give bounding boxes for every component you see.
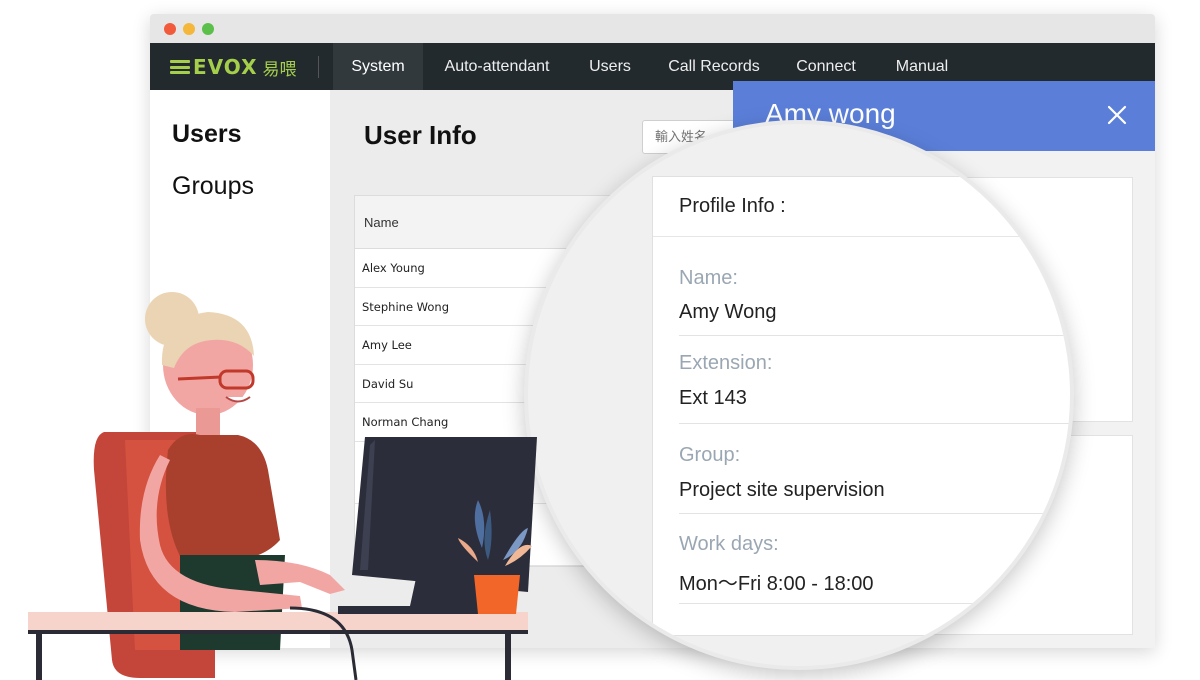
divider [679,335,1070,336]
nav-tab-auto-attendant[interactable]: Auto-attendant [430,43,564,90]
logo-mark-icon [170,60,190,74]
nav-tab-users[interactable]: Users [575,43,645,90]
extension-label: Extension: [679,352,773,374]
group-label: Group: [679,444,741,466]
name-value: Amy Wong [679,301,777,323]
nav-tab-system[interactable]: System [333,43,423,90]
divider [679,603,1070,604]
profile-card-header: Profile Info : [653,177,1070,237]
work-days-label: Work days: [679,533,779,555]
work-days-value: Mon～Fri 8:00 - 18:00 [679,573,874,595]
magnifier-lens: Profile Info : Name: Amy Wong Extension:… [524,120,1074,670]
maximize-window-button[interactable] [202,23,214,35]
sidebar-item-groups[interactable]: Groups [172,172,254,201]
divider [679,513,1070,514]
minimize-window-button[interactable] [183,23,195,35]
divider [679,423,1070,424]
logo-text: EVOX [193,55,258,79]
logo-cjk-text: 易喂 [262,59,297,80]
name-label: Name: [679,267,738,289]
logo-divider [318,56,319,78]
close-icon[interactable] [1105,103,1129,127]
profile-title: Profile Info : [679,195,786,217]
page-title: User Info [364,120,477,150]
close-window-button[interactable] [164,23,176,35]
window-titlebar [150,14,1155,43]
sidebar: Users Groups [150,90,330,648]
sidebar-item-users[interactable]: Users [172,120,242,149]
evox-logo[interactable]: EVOX 易喂 [170,54,297,80]
extension-value: Ext 143 [679,387,747,409]
profile-card: Profile Info : Name: Amy Wong Extension:… [652,176,1070,636]
group-value: Project site supervision [679,479,885,501]
desk-leg [36,634,42,680]
